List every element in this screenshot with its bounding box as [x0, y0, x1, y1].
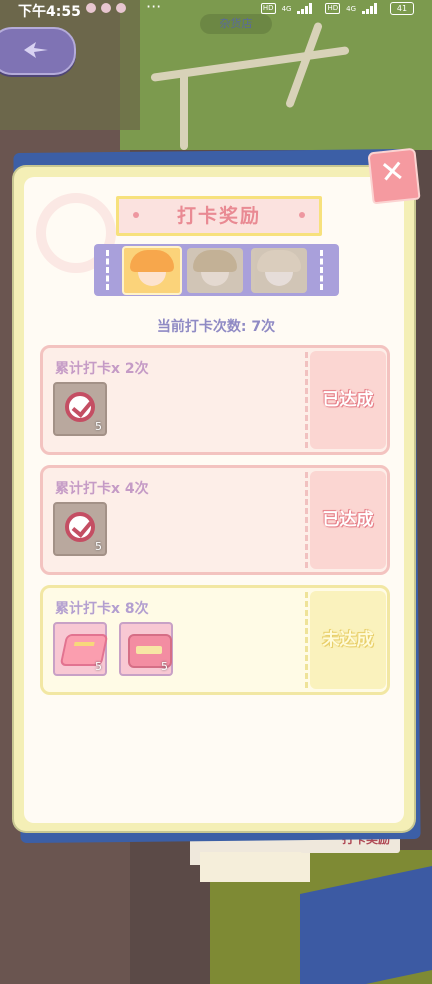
shop-label: 杂货店 [200, 14, 272, 34]
hd-icon: HD [325, 3, 341, 14]
reward-status-stub: 已达成 [310, 351, 386, 449]
background-book-page [200, 852, 310, 882]
reward-item-qty: 5 [95, 660, 102, 673]
avatar-option-1[interactable] [122, 246, 182, 295]
reward-item[interactable]: 5 [53, 382, 107, 436]
reward-card: 累计打卡x 8次 5 5 未达成 [40, 585, 390, 695]
avatar-hair [257, 250, 301, 272]
check-badge-icon [65, 392, 95, 422]
modal-title: 打卡奖励 [176, 205, 261, 227]
reward-status-label: 已达成 [322, 390, 374, 410]
close-icon: ✕ [378, 153, 407, 192]
status-time: 下午4:55 [18, 4, 81, 20]
notification-icons [86, 3, 126, 13]
ticket-perforation [305, 592, 308, 688]
film-rail [106, 250, 111, 290]
close-button[interactable]: ✕ [367, 147, 421, 205]
banner-dot [133, 212, 139, 218]
notification-icon [116, 3, 126, 13]
reward-status-stub: 已达成 [310, 471, 386, 569]
current-checkin-count: 当前打卡次数: 7次 [156, 319, 276, 335]
reward-item-qty: 5 [161, 660, 168, 673]
avatar-option-3[interactable] [251, 248, 307, 293]
avatar-hair [193, 250, 237, 272]
signal-icon [297, 3, 319, 14]
check-badge-icon [65, 512, 95, 542]
reward-status-stub: 未达成 [310, 591, 386, 689]
network-type: 4G [281, 4, 292, 13]
film-rail [320, 250, 325, 290]
reward-card-title: 累计打卡x 8次 [55, 601, 149, 617]
hd-icon: HD [260, 3, 276, 14]
modal-title-banner: 打卡奖励 [116, 196, 322, 236]
ticket-perforation [305, 472, 308, 568]
more-notifications-icon: ··· [146, 0, 162, 16]
signal-icon [362, 3, 384, 14]
notification-icon [101, 3, 111, 13]
navigate-back-button[interactable] [0, 27, 76, 75]
battery-icon: 41 [390, 2, 414, 15]
reward-status-label: 已达成 [322, 510, 374, 530]
avatar-hair [130, 250, 174, 272]
banner-dot [299, 212, 305, 218]
reward-item-qty: 5 [95, 420, 102, 433]
ticket-perforation [305, 352, 308, 448]
map-road [180, 70, 188, 150]
compass-arrow-icon [24, 42, 48, 58]
reward-card-title: 累计打卡x 4次 [55, 481, 149, 497]
reward-card: 累计打卡x 2次 5 已达成 [40, 345, 390, 455]
network-type: 4G [346, 4, 356, 13]
system-status: HD 4G HD 4G 41 [260, 2, 414, 15]
reward-item[interactable]: 5 [53, 622, 109, 676]
avatar-option-2[interactable] [187, 248, 243, 293]
reward-card: 累计打卡x 4次 5 已达成 [40, 465, 390, 575]
notification-icon [86, 3, 96, 13]
reward-card-title: 累计打卡x 2次 [55, 361, 149, 377]
avatar-selector [94, 244, 339, 296]
reward-item[interactable]: 5 [53, 502, 107, 556]
reward-item[interactable]: 5 [119, 622, 173, 676]
reward-status-label: 未达成 [322, 630, 374, 650]
reward-item-qty: 5 [95, 540, 102, 553]
